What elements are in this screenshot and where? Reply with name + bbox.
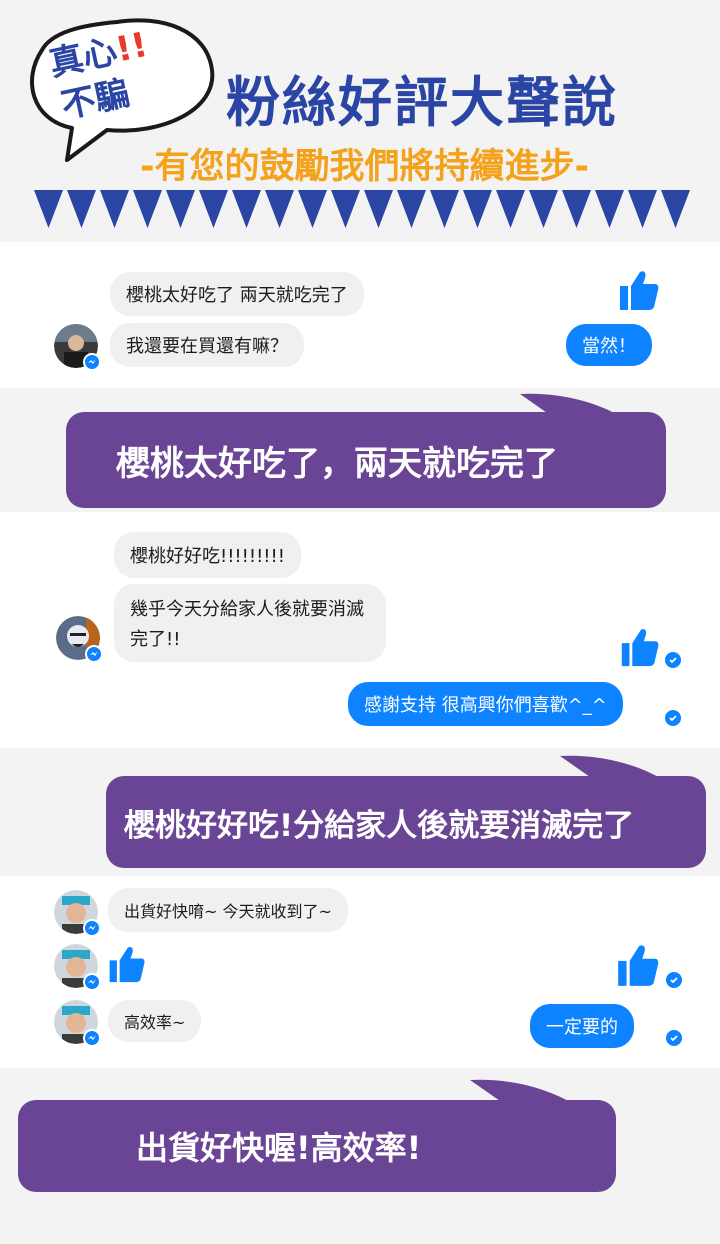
review-banner: 出貨好快喔!高效率! (18, 1100, 616, 1192)
triangle-mark (331, 190, 360, 228)
messenger-icon (83, 1029, 101, 1047)
triangle-mark (166, 190, 195, 228)
review-banner: 櫻桃太好吃了，兩天就吃完了 (66, 412, 666, 508)
thumbs-up-icon (618, 945, 659, 986)
triangle-mark (133, 190, 162, 228)
messenger-icon (83, 353, 101, 371)
message-line: 幾乎今天分給家人後就要消滅 (130, 599, 364, 620)
thumbs-up-icon (109, 946, 145, 983)
triangle-mark (529, 190, 558, 228)
triangle-mark (199, 190, 228, 228)
triangle-mark (397, 190, 426, 228)
review-chat-3: 出貨好快唷~ 今天就收到了~ 高效率~ 一定要的 (0, 876, 720, 1068)
triangle-mark (628, 190, 657, 228)
page-title: 粉絲好評大聲說 (226, 71, 618, 134)
incoming-message: 櫻桃好好吃!!!!!!!!! (114, 532, 301, 578)
check-icon (665, 652, 681, 668)
outgoing-message: 當然！ (566, 324, 652, 366)
avatar[interactable] (56, 616, 103, 663)
messenger-icon (85, 645, 103, 663)
check-icon (666, 972, 682, 988)
check-icon (666, 1030, 682, 1046)
avatar[interactable] (54, 324, 101, 371)
triangle-mark (298, 190, 327, 228)
incoming-message: 櫻桃太好吃了 兩天就吃完了 (110, 272, 364, 316)
triangle-mark (232, 190, 261, 228)
triangle-mark (364, 190, 393, 228)
header: 真心!! 不騙 粉絲好評大聲說 -有您的鼓勵我們將持續進步- (0, 0, 720, 242)
triangle-mark (496, 190, 525, 228)
avatar[interactable] (54, 890, 101, 937)
avatar[interactable] (54, 944, 101, 991)
triangle-mark (265, 190, 294, 228)
triangle-mark (100, 190, 129, 228)
triangle-mark (430, 190, 459, 228)
triangle-mark (595, 190, 624, 228)
review-banner: 櫻桃好好吃!分給家人後就要消滅完了 (106, 776, 706, 868)
outgoing-message: 一定要的 (530, 1004, 634, 1048)
messenger-icon (83, 973, 101, 991)
incoming-message: 幾乎今天分給家人後就要消滅 完了!! (114, 584, 386, 662)
thumbs-up-icon (620, 271, 659, 310)
thumbs-up-icon (621, 629, 659, 667)
triangle-border (34, 190, 690, 228)
incoming-message: 出貨好快唷~ 今天就收到了~ (108, 888, 348, 932)
message-line: 完了!! (130, 629, 181, 650)
incoming-message: 高效率~ (108, 1000, 202, 1042)
incoming-message: 我還要在買還有嘛？ (110, 323, 304, 367)
outgoing-message: 感謝支持 很高興你們喜歡^_^ (348, 682, 623, 726)
triangle-mark (562, 190, 591, 228)
triangle-mark (463, 190, 492, 228)
avatar[interactable] (54, 1000, 101, 1047)
triangle-mark (67, 190, 96, 228)
review-chat-1: 櫻桃太好吃了 兩天就吃完了 我還要在買還有嘛？ 當然！ (0, 242, 720, 388)
triangle-mark (661, 190, 690, 228)
messenger-icon (83, 919, 101, 937)
triangle-mark (34, 190, 63, 228)
page-subtitle: -有您的鼓勵我們將持續進步- (140, 147, 590, 187)
review-chat-2: 櫻桃好好吃!!!!!!!!! 幾乎今天分給家人後就要消滅 完了!! 感謝支持 很… (0, 512, 720, 748)
check-icon (665, 710, 681, 726)
